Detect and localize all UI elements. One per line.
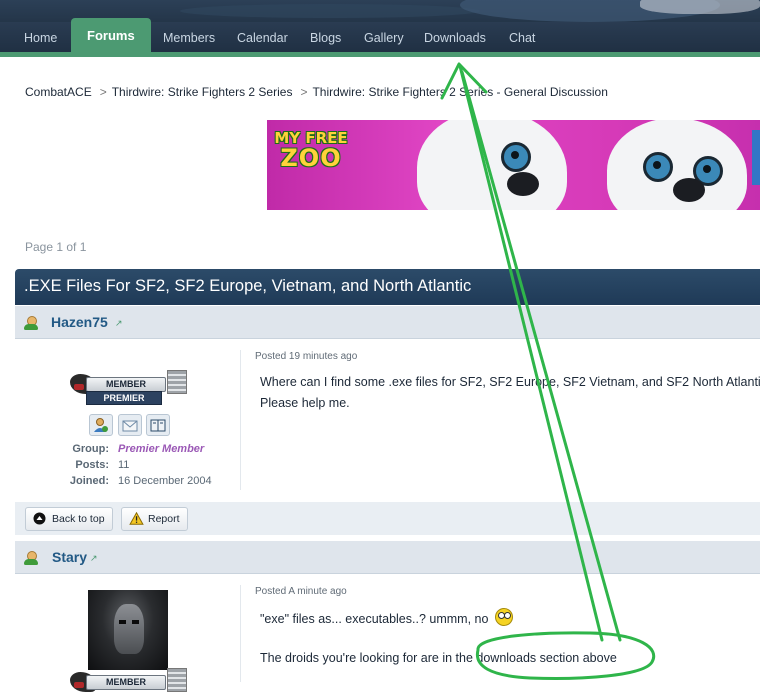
ad-logo-bottom: ZOO <box>280 144 342 172</box>
nav-calendar[interactable]: Calendar <box>233 22 292 54</box>
meta-joined-label: Joined: <box>69 475 109 487</box>
send-message-button[interactable] <box>118 414 142 436</box>
breadcrumb: CombatACE > Thirdwire: Strike Fighters 2 S… <box>25 85 608 99</box>
profile-link-icon[interactable]: ↗ <box>115 318 123 329</box>
breadcrumb-combatace[interactable]: CombatACE <box>25 85 92 99</box>
ad-dog-left <box>417 120 567 210</box>
meta-posts-value: 11 <box>118 459 130 471</box>
ad-banner[interactable]: MY FREE ZOO <box>267 120 760 210</box>
profile-link-icon[interactable]: ↗ <box>90 553 98 564</box>
badge-rank: MEMBER <box>86 675 166 690</box>
post-divider <box>240 585 241 682</box>
meta-group-value: Premier Member <box>118 443 205 455</box>
ad-dog-right <box>607 120 747 210</box>
nav-downloads[interactable]: Downloads <box>420 22 490 54</box>
post-line-text: "exe" files as... executables..? ummm, n… <box>260 612 489 626</box>
user-avatar[interactable] <box>88 590 168 670</box>
breadcrumb-separator: > <box>300 85 308 99</box>
nav-gallery[interactable]: Gallery <box>360 22 408 54</box>
report-label: Report <box>148 513 180 525</box>
post-header <box>15 541 760 574</box>
ad-edge <box>752 130 760 185</box>
topic-title: .EXE Files For SF2, SF2 Europe, Vietnam,… <box>24 277 472 295</box>
back-to-top-button[interactable]: Back to top <box>25 507 113 531</box>
nav-blogs[interactable]: Blogs <box>306 22 345 54</box>
ad-logo: MY FREE ZOO <box>273 128 349 174</box>
nav-home[interactable]: Home <box>20 22 61 54</box>
mail-icon <box>122 420 138 432</box>
report-button[interactable]: Report <box>121 507 188 531</box>
rank-stripes <box>167 668 187 692</box>
post-timestamp: Posted A minute ago <box>255 586 347 597</box>
book-icon <box>150 419 166 432</box>
back-to-top-label: Back to top <box>52 513 105 525</box>
post-timestamp: Posted 19 minutes ago <box>255 351 358 362</box>
post-author-name[interactable]: Hazen75 <box>51 314 108 330</box>
meta-group-label: Group: <box>72 443 109 455</box>
view-profile-button[interactable] <box>89 414 113 436</box>
page-count: Page 1 of 1 <box>25 240 87 254</box>
post-line: "exe" files as... executables..? ummm, n… <box>260 608 513 630</box>
view-posts-button[interactable] <box>146 414 170 436</box>
profile-icon <box>94 418 108 432</box>
meta-posts-label: Posts: <box>75 459 109 471</box>
nav-members[interactable]: Members <box>159 22 219 54</box>
up-arrow-icon <box>33 512 46 525</box>
badge-rank: MEMBER <box>86 377 166 392</box>
breadcrumb-separator: > <box>99 85 107 99</box>
user-online-icon <box>24 551 38 565</box>
annotation-overlay <box>440 62 656 680</box>
breadcrumb-sf2-series[interactable]: Thirdwire: Strike Fighters 2 Series <box>112 85 293 99</box>
meta-joined-value: 16 December 2004 <box>118 475 212 487</box>
post-header <box>15 306 760 339</box>
warning-icon <box>129 512 144 525</box>
nav-forums[interactable]: Forums <box>71 18 151 54</box>
badge-tier: PREMIER <box>86 391 162 405</box>
nav-chat[interactable]: Chat <box>505 22 539 54</box>
user-online-icon <box>24 316 38 330</box>
post-divider <box>240 350 241 490</box>
post-author-name[interactable]: Stary <box>52 549 87 565</box>
confused-smiley-icon <box>494 608 513 626</box>
post-line: Where can I find some .exe files for SF2… <box>260 375 760 389</box>
post-line: Please help me. <box>260 396 350 410</box>
post-line: The droids you're looking for are in the… <box>260 651 617 665</box>
breadcrumb-general-discussion[interactable]: Thirdwire: Strike Fighters 2 Series - Ge… <box>312 85 607 99</box>
